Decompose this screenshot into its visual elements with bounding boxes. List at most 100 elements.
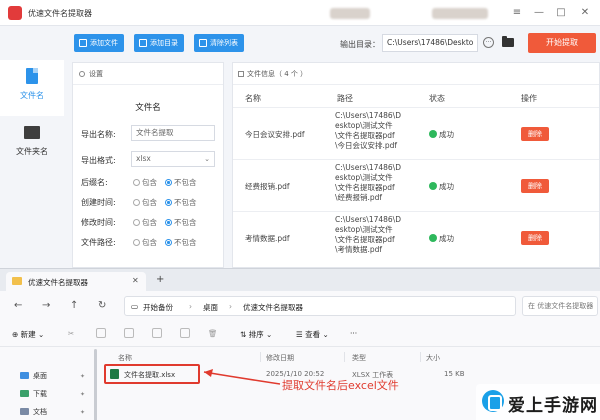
column-header-size[interactable]: 大小 <box>426 353 440 363</box>
pin-icon[interactable]: ✦ <box>80 409 85 416</box>
column-divider <box>420 352 421 362</box>
sidebar-scrollbar[interactable] <box>94 349 97 420</box>
share-icon[interactable] <box>180 328 190 338</box>
highlight-box <box>104 364 200 384</box>
file-name-cell: 经费报销.pdf <box>245 182 290 191</box>
sidebar-item-foldername[interactable]: 文件夹名 <box>0 116 64 172</box>
nav-item-label: 下载 <box>33 390 47 398</box>
document-icon <box>20 408 29 415</box>
file-info-panel: 文件信息（ 4 个 ） 名称 路径 状态 操作 今日会议安排.pdf C:\Us… <box>232 62 600 268</box>
file-path-cell: C:\Users\17486\D esktop\测试文件 \文件名提取器pdf … <box>335 215 425 255</box>
path-include-radio[interactable]: 包含 <box>133 237 157 248</box>
close-icon[interactable]: ✕ <box>578 6 592 20</box>
radio-dot-icon <box>133 239 140 246</box>
back-icon[interactable]: ← <box>14 300 22 311</box>
output-dir-label: 输出目录： <box>340 40 380 49</box>
more-button[interactable]: ··· <box>350 329 357 338</box>
sort-button[interactable]: ⇅ 排序 ⌄ <box>240 329 272 340</box>
modified-include-radio[interactable]: 包含 <box>133 217 157 228</box>
watermark: 爱上手游网 <box>476 384 600 420</box>
file-info-header-label: 文件信息（ 4 个 ） <box>247 70 308 78</box>
suffix-exclude-radio[interactable]: 不包含 <box>165 177 197 188</box>
path-line: \文件名提取器pdf <box>335 235 395 244</box>
watermark-logo-icon <box>482 390 504 412</box>
created-exclude-radio[interactable]: 不包含 <box>165 197 197 208</box>
status-badge: 成功 <box>429 233 454 244</box>
radio-dot-icon <box>165 199 172 206</box>
clear-list-label: 清除列表 <box>210 39 238 47</box>
radio-dot-icon <box>133 199 140 206</box>
explorer-navbar: ← → ↑ ↻ ▭ 开始备份 › 桌面 › 优速文件名提取器 在 优速文件名提取… <box>0 293 600 319</box>
output-dir-input[interactable]: C:\Users\17486\Deskto <box>382 34 478 52</box>
nav-item-desktop[interactable]: 桌面 <box>20 371 47 381</box>
nav-item-downloads[interactable]: 下载 <box>20 389 47 399</box>
nav-item-documents[interactable]: 文档 <box>20 407 47 417</box>
close-tab-icon[interactable]: ✕ <box>132 276 139 285</box>
export-name-input[interactable]: 文件名提取 <box>131 125 215 141</box>
explorer-tabstrip: 优速文件名提取器 ✕ + <box>0 269 600 291</box>
delete-button[interactable]: 删除 <box>521 127 549 141</box>
path-line: esktop\测试文件 <box>335 121 393 130</box>
blurred-username <box>432 8 488 19</box>
add-directory-button[interactable]: 添加目录 <box>134 34 184 52</box>
file-path-label: 文件路径: <box>81 238 116 247</box>
sidebar-item-label: 文件夹名 <box>16 147 48 156</box>
file-name-cell: 今日会议安排.pdf <box>245 130 305 139</box>
breadcrumb-item[interactable]: 桌面 <box>203 302 218 313</box>
delete-button[interactable]: 删除 <box>521 231 549 245</box>
radio-dot-icon <box>165 219 172 226</box>
new-label: 新建 <box>20 330 36 339</box>
radio-label: 不包含 <box>174 238 197 247</box>
status-text: 成功 <box>439 234 454 243</box>
explorer-tab-title: 优速文件名提取器 <box>28 278 88 287</box>
column-header-path: 路径 <box>337 94 353 103</box>
file-name-cell: 考情数据.pdf <box>245 234 290 243</box>
new-button[interactable]: ⊕ 新建 ⌄ <box>12 329 44 340</box>
suffix-include-radio[interactable]: 包含 <box>133 177 157 188</box>
column-header-name[interactable]: 名称 <box>118 353 132 363</box>
up-icon[interactable]: ↑ <box>70 300 78 311</box>
search-input[interactable]: 在 优速文件名提取器 <box>522 296 598 316</box>
column-header-type[interactable]: 类型 <box>352 353 366 363</box>
pin-icon[interactable]: ✦ <box>80 373 85 380</box>
forward-icon[interactable]: → <box>42 300 50 311</box>
breadcrumb-item[interactable]: 优速文件名提取器 <box>243 302 303 313</box>
clear-list-button[interactable]: 清除列表 <box>194 34 244 52</box>
refresh-icon[interactable]: ↻ <box>98 300 106 311</box>
created-include-radio[interactable]: 包含 <box>133 197 157 208</box>
open-folder-icon[interactable] <box>502 36 514 47</box>
add-file-button[interactable]: 添加文件 <box>74 34 124 52</box>
delete-icon[interactable]: 🗑 <box>208 329 218 338</box>
menu-icon[interactable]: ≡ <box>510 6 524 20</box>
delete-button[interactable]: 删除 <box>521 179 549 193</box>
cut-icon[interactable]: ✂ <box>68 329 74 338</box>
sidebar-item-filename[interactable]: 文件名 <box>0 60 64 116</box>
maximize-icon[interactable]: □ <box>554 6 568 20</box>
modified-exclude-radio[interactable]: 不包含 <box>165 217 197 228</box>
view-button[interactable]: ☰ 查看 ⌄ <box>296 329 329 340</box>
file-path-cell: C:\Users\17486\D esktop\测试文件 \文件名提取器pdf … <box>335 111 425 151</box>
created-time-label: 创建时间: <box>81 198 116 207</box>
row-divider <box>233 159 599 160</box>
column-header-modified[interactable]: 修改日期 <box>266 353 294 363</box>
path-line: esktop\测试文件 <box>335 225 393 234</box>
export-format-select[interactable]: xlsx ⌄ <box>131 151 215 167</box>
new-tab-icon[interactable]: + <box>156 274 164 285</box>
minimize-icon[interactable]: — <box>532 6 546 20</box>
add-folder-icon <box>139 39 147 47</box>
rename-icon[interactable] <box>152 328 162 338</box>
chevron-right-icon: › <box>189 302 192 311</box>
check-circle-icon <box>429 182 437 190</box>
chevron-right-icon: › <box>229 302 232 311</box>
pin-icon[interactable]: ✦ <box>80 391 85 398</box>
start-extract-button[interactable]: 开始提取 <box>528 33 596 53</box>
path-exclude-radio[interactable]: 不包含 <box>165 237 197 248</box>
breadcrumb-item[interactable]: 开始备份 <box>143 302 173 313</box>
nav-item-label: 桌面 <box>33 372 47 380</box>
more-options-icon[interactable]: ··· <box>483 37 494 48</box>
copy-icon[interactable] <box>96 328 106 338</box>
address-bar[interactable]: ▭ 开始备份 › 桌面 › 优速文件名提取器 <box>124 296 516 316</box>
radio-label: 不包含 <box>174 198 197 207</box>
explorer-tab[interactable]: 优速文件名提取器 ✕ <box>6 272 146 291</box>
paste-icon[interactable] <box>124 328 134 338</box>
